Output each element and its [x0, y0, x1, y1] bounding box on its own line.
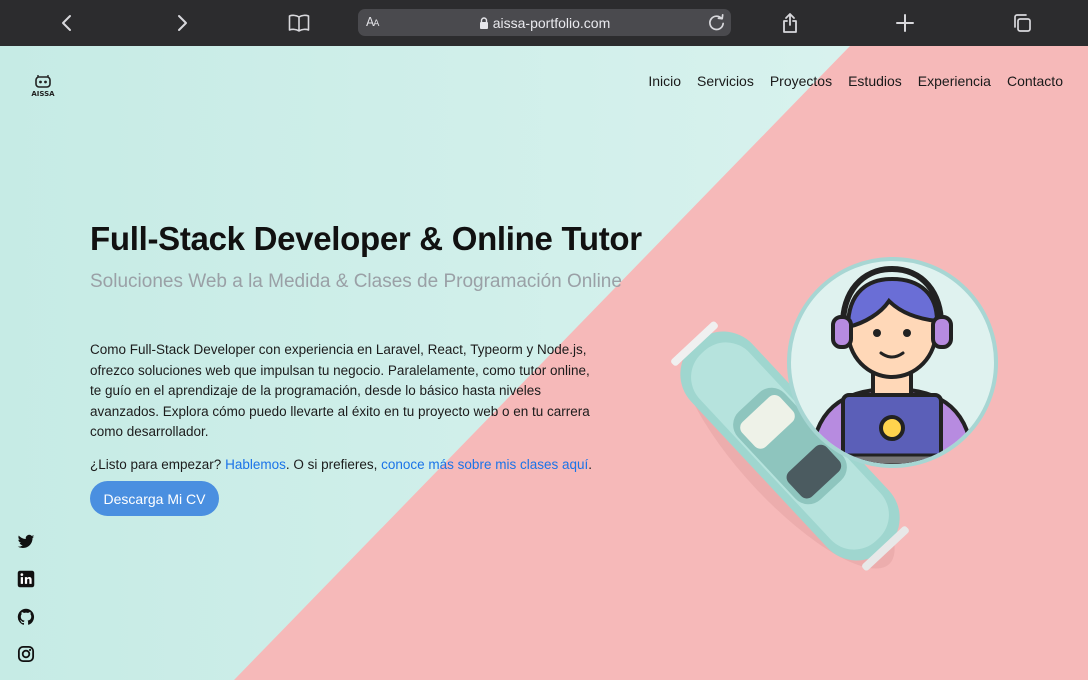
tabs-icon	[1014, 14, 1031, 32]
instagram-icon[interactable]	[17, 645, 35, 663]
reader-button[interactable]	[284, 8, 314, 38]
download-cv-button[interactable]: Descarga Mi CV	[90, 481, 219, 516]
new-tab-button[interactable]	[890, 8, 920, 38]
main-nav: Inicio Servicios Proyectos Estudios Expe…	[648, 73, 1063, 89]
tabs-button[interactable]	[1007, 8, 1037, 38]
github-icon[interactable]	[17, 608, 35, 626]
logo-text: AISSA	[31, 90, 55, 98]
nav-contacto[interactable]: Contacto	[1007, 73, 1063, 89]
site-logo[interactable]: AISSA	[27, 74, 59, 104]
hero-subtitle: Soluciones Web a la Medida & Clases de P…	[90, 271, 622, 292]
avatar	[787, 257, 998, 468]
twitter-icon[interactable]	[17, 533, 35, 551]
lock-icon	[479, 16, 488, 29]
forward-button[interactable]	[167, 8, 197, 38]
developer-avatar-icon	[808, 265, 976, 464]
nav-servicios[interactable]: Servicios	[697, 73, 754, 89]
share-icon	[783, 13, 797, 33]
back-button[interactable]	[52, 8, 82, 38]
cta-prefix: ¿Listo para empezar?	[90, 457, 226, 472]
reload-icon[interactable]	[707, 13, 726, 32]
plus-icon	[896, 14, 914, 32]
chevron-right-icon	[178, 15, 187, 31]
nav-inicio[interactable]: Inicio	[648, 73, 681, 89]
browser-toolbar: AA aissa-portfolio.com	[0, 0, 1088, 46]
hero-description: Como Full-Stack Developer con experienci…	[90, 342, 590, 439]
url-container: aissa-portfolio.com	[358, 9, 731, 36]
cta-text: ¿Listo para empezar? Hablemos. O si pref…	[90, 457, 592, 472]
chevron-left-icon	[62, 15, 71, 31]
linkedin-icon[interactable]	[17, 570, 35, 588]
nav-proyectos[interactable]: Proyectos	[770, 73, 832, 89]
page-viewport: AISSA Inicio Servicios Proyectos Estudio…	[0, 46, 1088, 680]
cta-suffix: .	[588, 457, 593, 472]
hero-title: Full-Stack Developer & Online Tutor	[90, 220, 642, 257]
hablemos-link[interactable]: Hablemos	[225, 457, 286, 472]
share-button[interactable]	[775, 8, 805, 38]
book-icon	[288, 14, 310, 32]
url-text: aissa-portfolio.com	[492, 14, 611, 31]
address-bar[interactable]: AA aissa-portfolio.com	[358, 9, 731, 36]
cta-middle: . O si prefieres,	[285, 457, 382, 472]
nav-experiencia[interactable]: Experiencia	[918, 73, 991, 89]
nav-estudios[interactable]: Estudios	[848, 73, 902, 89]
classes-link[interactable]: conoce más sobre mis clases aquí	[381, 457, 588, 472]
